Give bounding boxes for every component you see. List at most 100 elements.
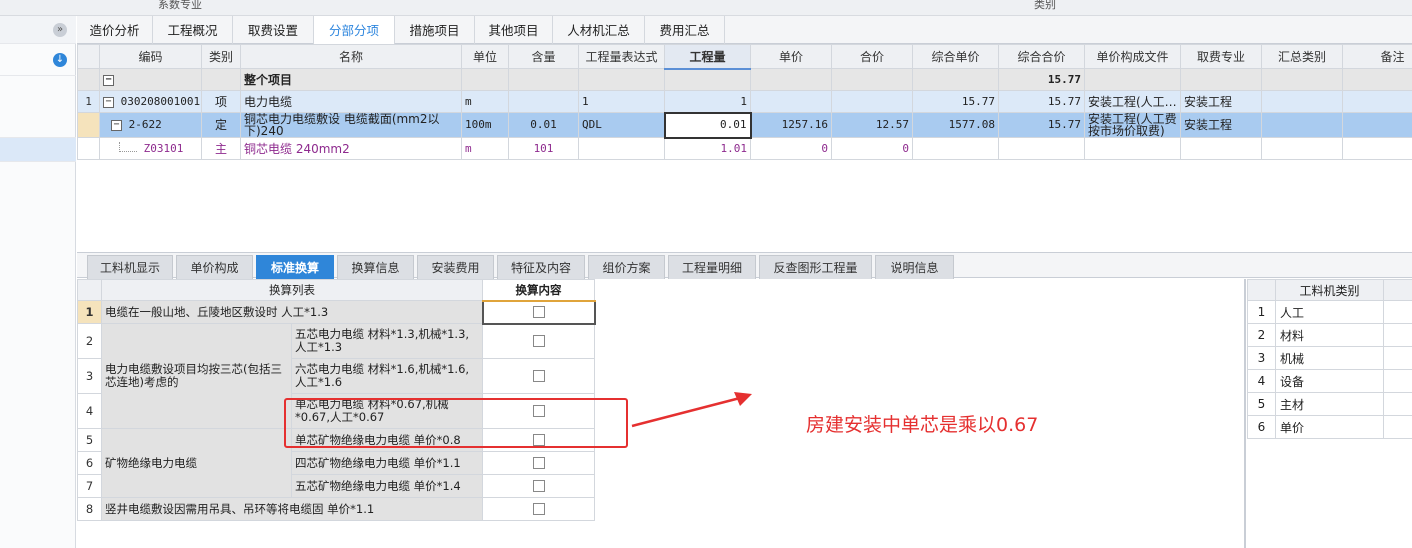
row-code: 2-622 (128, 118, 162, 131)
left-panel-row[interactable] (0, 76, 76, 138)
collapse-icon[interactable]: − (103, 74, 114, 86)
top-strip-right-text: 类别 (1034, 0, 1056, 11)
header-quantity[interactable]: 工程量 (664, 44, 751, 70)
resource-type-header: 工料机类别 (1275, 279, 1384, 301)
row-amount (831, 90, 913, 113)
annotation-note: 房建安装中单芯是乘以0.67 (806, 414, 1039, 436)
pane-divider[interactable] (1244, 279, 1246, 548)
conversion-row[interactable]: 2 电力电缆敷设项目均按三芯(包括三芯连地)考虑的 五芯电力电缆 材料*1.3,… (77, 323, 595, 429)
row-unit: m (461, 137, 509, 160)
quantity-input[interactable]: 0.01 (663, 111, 752, 139)
row-amount: 0 (831, 137, 913, 160)
row-quantity[interactable]: 1 (664, 90, 751, 113)
total-row[interactable]: − 整个项目 15.77 (77, 68, 1412, 91)
conversion-content-header: 换算内容 (482, 279, 595, 302)
row-expression[interactable]: 1 (578, 90, 665, 113)
table-row-selected[interactable]: − 2-622 定 铜芯电力电缆敷设 电缆截面(mm2以下)240 100m 0… (77, 111, 1412, 139)
tab-fee-settings[interactable]: 取费设置 (233, 16, 314, 44)
row-price-file[interactable]: 安装工程(人工… (1084, 90, 1181, 113)
header-unit[interactable]: 单位 (461, 44, 509, 69)
header-summary-category[interactable]: 汇总类别 (1261, 44, 1343, 69)
header-price-file[interactable]: 单价构成文件 (1084, 44, 1181, 69)
tab-other-items[interactable]: 其他项目 (475, 16, 553, 44)
conversion-group-mineral: 矿物绝缘电力电缆 (101, 428, 292, 498)
header-content[interactable]: 含量 (508, 44, 579, 69)
left-panel-selected-row[interactable] (0, 138, 76, 162)
tab-install-fees[interactable]: 安装费用 (417, 255, 494, 279)
row-specialty[interactable]: 安装工程 (1180, 90, 1262, 113)
conversion-checkbox[interactable] (532, 503, 545, 515)
header-unit-price[interactable]: 综合单价 (912, 44, 999, 69)
download-icon[interactable]: ↓ (53, 53, 67, 67)
tab-project-overview[interactable]: 工程概况 (153, 16, 233, 44)
row-specialty[interactable]: 安装工程 (1180, 112, 1262, 138)
tab-quantity-details[interactable]: 工程量明细 (668, 255, 756, 279)
left-panel-row[interactable]: ↓ (0, 44, 76, 76)
header-name[interactable]: 名称 (240, 44, 462, 69)
bill-items-grid: 编码 类别 名称 单位 含量 工程量表达式 工程量 单价 合价 综合单价 综合合… (77, 44, 1412, 160)
header-expression[interactable]: 工程量表达式 (578, 44, 665, 69)
highlight-box (284, 398, 628, 448)
collapse-icon[interactable]: − (103, 96, 114, 108)
row-price-file[interactable]: 安装工程(人工费按市场价取费) (1084, 112, 1181, 138)
grid-header-row: 编码 类别 名称 单位 含量 工程量表达式 工程量 单价 合价 综合单价 综合合… (77, 44, 1412, 70)
tab-measures[interactable]: 措施项目 (395, 16, 475, 44)
table-row[interactable]: Z03101 主 铜芯电缆 240mm2 m 101 1.01 0 0 (77, 137, 1412, 160)
conversion-checkbox[interactable] (532, 370, 545, 382)
tab-resource-display[interactable]: 工料机显示 (87, 255, 173, 279)
resource-type-label: 设备 (1275, 369, 1384, 393)
row-code: 030208001001 (120, 95, 201, 108)
table-row[interactable]: 1 − 030208001001 项 电力电缆 m 1 1 15.77 15.7… (77, 90, 1412, 113)
resource-type-label: 材料 (1275, 323, 1384, 347)
list-item[interactable]: 4 设备 (1247, 369, 1412, 393)
tab-sub-items[interactable]: 分部分项 (314, 16, 395, 44)
row-type: 项 (201, 90, 241, 113)
double-chevron-up-icon[interactable]: » (53, 23, 67, 37)
row-content: 101 (508, 137, 579, 160)
tab-standard-conversion[interactable]: 标准换算 (256, 255, 334, 279)
conversion-checkbox[interactable] (532, 335, 545, 348)
list-item[interactable]: 3 机械 (1247, 346, 1412, 370)
tab-price-composition[interactable]: 单价构成 (176, 255, 253, 279)
header-amount[interactable]: 合价 (831, 44, 913, 69)
row-total-price: 15.77 (998, 90, 1085, 113)
list-item[interactable]: 1 人工 (1247, 300, 1412, 324)
row-summary-category (1261, 90, 1343, 113)
header-remark[interactable]: 备注 (1342, 44, 1412, 69)
tab-graphic-quantity[interactable]: 反查图形工程量 (759, 255, 872, 279)
row-expression[interactable] (578, 137, 665, 160)
resource-type-label: 人工 (1275, 300, 1384, 324)
row-summary-category (1261, 137, 1343, 160)
header-total-price[interactable]: 综合合价 (998, 44, 1085, 69)
tab-resource-summary[interactable]: 人材机汇总 (553, 16, 645, 44)
conversion-checkbox[interactable] (532, 306, 545, 318)
row-type: 定 (201, 112, 241, 138)
conversion-row[interactable]: 1 电缆在一般山地、丘陵地区敷设时 人工*1.3 (77, 299, 596, 325)
list-item[interactable]: 5 主材 (1247, 392, 1412, 416)
conversion-row[interactable]: 8 竖井电缆敷设因需用吊具、吊环等将电缆固 单价*1.1 (77, 497, 595, 521)
tab-fee-summary[interactable]: 费用汇总 (645, 16, 725, 44)
list-item[interactable]: 2 材料 (1247, 323, 1412, 347)
tab-conversion-info[interactable]: 换算信息 (337, 255, 414, 279)
conversion-text: 五芯矿物绝缘电力电缆 单价*1.4 (291, 474, 483, 498)
header-type[interactable]: 类别 (201, 44, 241, 69)
row-content: 0.01 (508, 112, 579, 138)
row-quantity[interactable]: 1.01 (664, 137, 751, 160)
conversion-checkbox[interactable] (532, 480, 545, 492)
header-code[interactable]: 编码 (99, 44, 202, 69)
header-specialty[interactable]: 取费专业 (1180, 44, 1262, 69)
resource-type-label: 主材 (1275, 392, 1384, 416)
conversion-text: 电缆在一般山地、丘陵地区敷设时 人工*1.3 (101, 300, 483, 324)
tab-pricing-scheme[interactable]: 组价方案 (588, 255, 665, 279)
tab-features[interactable]: 特征及内容 (497, 255, 585, 279)
tab-description[interactable]: 说明信息 (875, 255, 954, 279)
row-code: Z03101 (143, 142, 184, 155)
resource-type-label: 单价 (1275, 415, 1384, 439)
tab-cost-analysis[interactable]: 造价分析 (77, 16, 153, 44)
collapse-icon[interactable]: − (111, 119, 122, 131)
header-price[interactable]: 单价 (750, 44, 832, 69)
conversion-text: 五芯电力电缆 材料*1.3,机械*1.3,人工*1.3 (291, 323, 483, 359)
row-expression[interactable]: QDL (578, 112, 665, 138)
conversion-checkbox[interactable] (532, 457, 545, 469)
list-item[interactable]: 6 单价 (1247, 415, 1412, 439)
